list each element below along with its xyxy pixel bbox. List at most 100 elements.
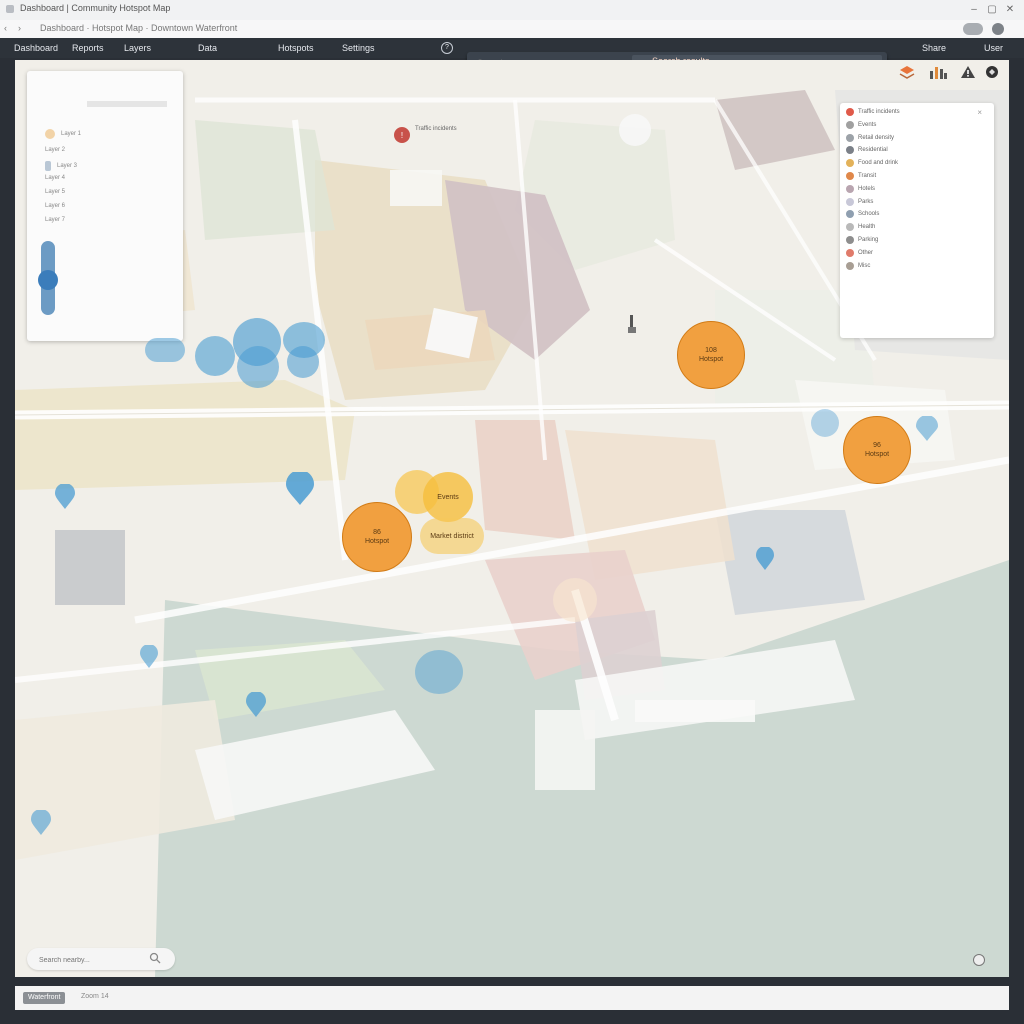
app-icon [6,5,14,13]
profile-icon[interactable] [992,23,1004,35]
layer-row[interactable]: Layer 1 [45,129,81,139]
zoom-level: Zoom 14 [81,993,109,1000]
minimize-icon[interactable]: – [968,4,980,16]
legend-label: Food and drink [858,160,899,167]
layer-row[interactable]: Layer 6 [45,203,65,209]
layer-opacity-slider[interactable] [38,241,58,315]
orange-hotspot-cluster[interactable]: 86 Hotspot [342,502,412,572]
cluster-label: Hotspot [864,451,890,458]
yellow-cluster[interactable]: Market district [420,518,484,554]
legend-swatch [846,159,854,168]
map-view[interactable]: Layer 1 Layer 2 Layer 3 Layer 4 Layer 5 … [15,60,1009,977]
layer-label: Layer 3 [57,163,78,169]
legend-item[interactable]: Events [846,120,877,129]
menu-layers[interactable]: Layers [124,43,151,53]
orange-hotspot-cluster[interactable]: 108 Hotspot [677,321,745,389]
menu-settings[interactable]: Settings [342,43,375,53]
blue-pin-icon[interactable] [755,546,775,576]
blue-cluster[interactable] [237,346,279,388]
layer-label: Layer 5 [45,189,66,195]
legend-item[interactable]: Health [846,223,875,232]
menu-hotspots[interactable]: Hotspots [278,43,314,53]
blue-pin-icon[interactable] [285,470,315,511]
forward-button[interactable]: › [18,23,21,33]
layer-row[interactable]: Layer 7 [45,217,65,223]
blue-cluster[interactable] [287,346,319,378]
app-window: Dashboard | Community Hotspot Map – ▢ ✕ … [0,0,1024,1024]
legend-swatch [846,236,854,244]
menu-dashboard[interactable]: Dashboard [14,43,58,53]
user-menu[interactable]: User [984,43,1003,53]
yellow-cluster[interactable]: Events [423,472,473,522]
layer-label: Layer 1 [61,131,82,137]
nearby-search-input[interactable] [37,951,141,969]
svg-text:!: ! [401,131,403,140]
blue-pin-icon[interactable] [245,691,267,723]
menu-data[interactable]: Data [198,43,217,53]
close-icon[interactable]: ✕ [1004,4,1016,16]
legend-item[interactable]: Schools [846,210,879,219]
cluster-count: 108 [705,347,717,354]
fullscreen-icon[interactable] [979,62,1005,82]
cluster-count: 96 [873,442,881,449]
layers-panel: Layer 1 Layer 2 Layer 3 Layer 4 Layer 5 … [27,71,183,341]
legend-item[interactable]: Parks [846,197,874,206]
legend-item[interactable]: Food and drink [846,159,899,168]
compass-icon[interactable] [973,954,985,966]
blue-pin-icon[interactable] [30,809,52,841]
status-bar: Waterfront Zoom 14 [15,986,1009,1010]
legend-item[interactable]: Residential [846,146,888,155]
traffic-pin-icon[interactable]: ! [393,126,411,149]
layer-row[interactable]: Layer 3 [45,161,77,171]
legend-swatch [846,120,854,129]
share-button[interactable]: Share [922,43,946,53]
user-location-icon[interactable] [627,315,637,340]
legend-label: Residential [858,147,888,154]
blue-pin-icon[interactable] [54,483,76,515]
blue-pin-icon[interactable] [810,408,840,443]
blue-cluster[interactable] [195,336,235,376]
back-button[interactable]: ‹ [4,23,7,33]
legend-swatch [846,146,854,155]
cluster-label: Hotspot [364,538,390,545]
legend-item[interactable]: Hotels [846,184,875,193]
extension-pill[interactable] [963,23,983,35]
legend-label: Events [858,121,877,128]
legend-item[interactable]: Retail density [846,133,894,142]
blue-cluster[interactable] [145,338,185,362]
alert-icon[interactable] [955,62,981,82]
layer-row[interactable]: Layer 4 [45,175,65,181]
layer-label: Layer 7 [45,217,66,223]
help-icon[interactable]: ? [441,42,453,54]
orange-hotspot-cluster[interactable]: 96 Hotspot [843,416,911,484]
legend-item[interactable]: Parking [846,236,878,244]
yellow-cluster-sub: Market district [430,532,474,540]
location-tag[interactable]: Waterfront [23,992,66,1004]
stats-icon[interactable] [925,62,951,82]
legend-label: Traffic incidents [858,109,900,115]
slider-knob[interactable] [38,270,58,290]
legend-label: Parking [858,237,879,243]
search-icon[interactable] [149,952,161,964]
layer-swatch [45,161,51,171]
layers-icon[interactable] [894,62,920,82]
layer-label: Layer 2 [45,147,66,153]
layer-row[interactable]: Layer 5 [45,189,65,195]
menu-reports[interactable]: Reports [72,43,104,53]
layer-row[interactable]: Layer 2 [45,147,65,153]
blue-cluster[interactable] [415,650,463,694]
bottom-search-bar [27,948,175,970]
layers-panel-header [87,101,167,107]
restore-icon[interactable]: ▢ [986,4,998,16]
title-bar: Dashboard | Community Hotspot Map – ▢ ✕ [0,0,1024,21]
blue-pin-icon[interactable] [915,415,939,447]
legend-label: Parks [858,198,874,205]
legend-close-icon[interactable]: × [977,108,982,117]
legend-item[interactable]: Transit [846,172,876,180]
legend-item[interactable]: Other [846,248,873,257]
blue-pin-icon[interactable] [139,644,159,674]
legend-item[interactable]: Traffic incidents [846,108,900,116]
url-field[interactable]: Dashboard · Hotspot Map · Downtown Water… [40,23,237,33]
legend-item[interactable]: Misc [846,261,870,270]
pin-label: Traffic incidents [415,126,457,132]
